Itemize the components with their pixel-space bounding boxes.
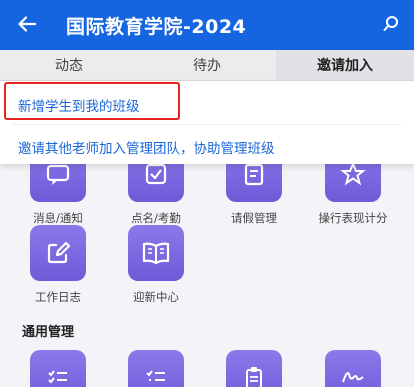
search-button[interactable] [380,13,402,35]
task-list-icon [128,350,184,387]
page-title: 国际教育学院-2024 [66,16,247,38]
grid-item-task-list[interactable] [110,350,202,387]
back-arrow-icon [18,16,37,32]
app-header: 国际教育学院-2024 [0,0,414,50]
grid-item-label: 消息/通知 [33,211,83,225]
menu-item-invite-teachers[interactable]: 邀请其他老师加入管理团队，协助管理班级 [18,137,275,157]
section-title: 通用管理 [22,325,75,340]
grid-item-label: 迎新中心 [133,290,179,304]
tab-invite-join[interactable]: 邀请加入 [276,50,414,80]
grid-item-clipboard[interactable] [208,350,300,387]
grid-item-label: 工作日志 [35,290,81,304]
menu-item-add-students[interactable]: 新增学生到我的班级 [18,95,140,115]
tab-todo[interactable]: 待办 [138,50,276,80]
tab-bar: 动态 待办 邀请加入 [0,50,414,81]
edit-icon [30,225,86,281]
clipboard-icon [226,350,282,387]
checklist-icon [30,350,86,387]
grid-item-checklist[interactable] [12,350,104,387]
grid-item-signature[interactable] [307,350,399,387]
invite-dropdown-menu: 新增学生到我的班级 邀请其他老师加入管理团队，协助管理班级 [0,81,414,164]
grid-item-welcome-center[interactable]: 迎新中心 [110,225,202,305]
grid-item-label: 请假管理 [231,211,277,225]
menu-divider [12,124,402,125]
grid-item-label: 点名/考勤 [131,211,181,225]
signature-icon [325,350,381,387]
grid-item-label: 操行表现计分 [318,211,388,225]
grid-item-work-log[interactable]: 工作日志 [12,225,104,305]
tab-feed[interactable]: 动态 [0,50,138,80]
book-icon [128,225,184,281]
search-icon [383,16,398,31]
back-button[interactable] [14,11,40,37]
